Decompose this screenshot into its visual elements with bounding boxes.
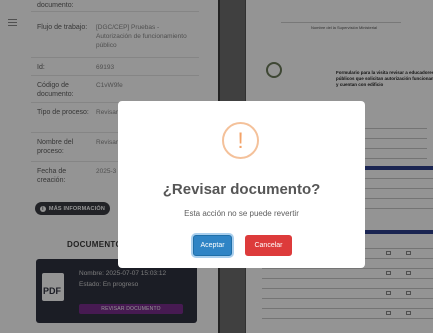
accept-button[interactable]: Aceptar [193,235,232,256]
dialog-message: Esta acción no se puede revertir [184,209,299,218]
confirm-dialog: ! ¿Revisar documento? Esta acción no se … [118,101,365,268]
cancel-button[interactable]: Cancelar [245,235,292,256]
dialog-title: ¿Revisar documento? [162,181,321,198]
warning-icon: ! [222,122,259,159]
